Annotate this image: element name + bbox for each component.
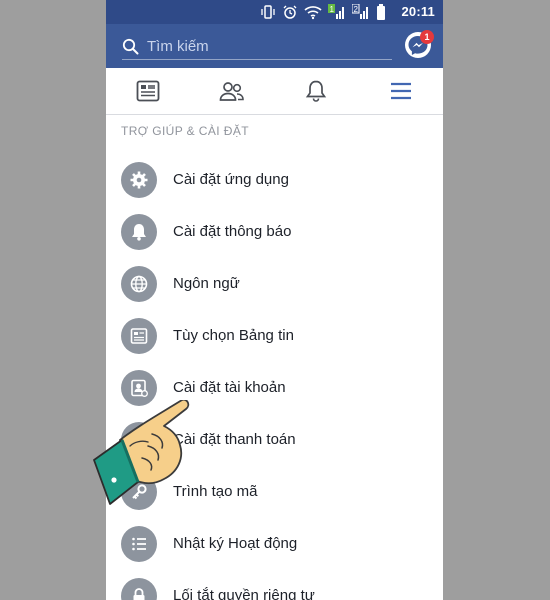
menu-item-language[interactable]: Ngôn ngữ [106, 258, 443, 310]
status-bar: 1 2 20:11 [106, 0, 443, 24]
globe-icon [121, 266, 157, 302]
tab-notifications[interactable] [296, 76, 336, 106]
menu-item-label: Tùy chọn Bảng tin [173, 327, 294, 344]
wifi-icon [304, 6, 322, 20]
tab-bar [106, 68, 443, 115]
menu-item-activity-log[interactable]: Nhật ký Hoạt động [106, 518, 443, 570]
svg-text:1: 1 [330, 5, 335, 14]
tab-news-feed[interactable] [128, 76, 168, 106]
bell-icon [121, 214, 157, 250]
menu-item-label: Nhật ký Hoạt động [173, 535, 298, 552]
tab-menu[interactable] [381, 76, 421, 106]
tab-friends[interactable] [212, 76, 252, 106]
message-badge: 1 [420, 30, 434, 44]
menu-item-notification-settings[interactable]: Cài đặt thông báo [106, 206, 443, 258]
friends-icon [219, 82, 244, 101]
menu-item-label: Lối tắt quyền riêng tư [173, 587, 315, 600]
search-input[interactable]: Tìm kiếm [122, 33, 392, 60]
gear-icon [121, 162, 157, 198]
signal-sim1-icon: 1 [328, 4, 344, 19]
signal-sim2-icon: 2 [352, 4, 368, 19]
search-placeholder: Tìm kiếm [147, 37, 209, 55]
hamburger-menu-icon [391, 82, 411, 100]
alarm-icon [283, 5, 297, 19]
vibrate-icon [261, 5, 275, 19]
menu-item-privacy-shortcuts[interactable]: Lối tắt quyền riêng tư [106, 570, 443, 600]
section-title: TRỢ GIÚP & CÀI ĐẶT [121, 124, 249, 138]
menu-item-news-feed-preferences[interactable]: Tùy chọn Bảng tin [106, 310, 443, 362]
header-bar: Tìm kiếm 1 [106, 24, 443, 68]
phone-screen: 1 2 20:11 Tìm kiếm 1 TRỢ GIÚP & CÀI ĐẶT … [106, 0, 443, 600]
clock: 20:11 [401, 4, 435, 19]
menu-item-label: Ngôn ngữ [173, 275, 240, 292]
svg-text:2: 2 [354, 5, 359, 14]
search-icon [122, 38, 139, 54]
settings-menu-list: Cài đặt ứng dụng Cài đặt thông báo Ngôn … [106, 154, 443, 600]
pointing-hand-icon [93, 400, 190, 505]
news-feed-icon [121, 318, 157, 354]
menu-item-label: Cài đặt ứng dụng [173, 171, 289, 188]
battery-icon [377, 4, 385, 20]
news-feed-icon [136, 80, 160, 102]
notifications-icon [305, 80, 327, 102]
menu-item-label: Cài đặt tài khoản [173, 379, 286, 396]
status-icons: 1 2 [260, 4, 386, 20]
list-icon [121, 526, 157, 562]
lock-icon [121, 578, 157, 600]
menu-item-app-settings[interactable]: Cài đặt ứng dụng [106, 154, 443, 206]
menu-item-label: Cài đặt thông báo [173, 223, 292, 240]
